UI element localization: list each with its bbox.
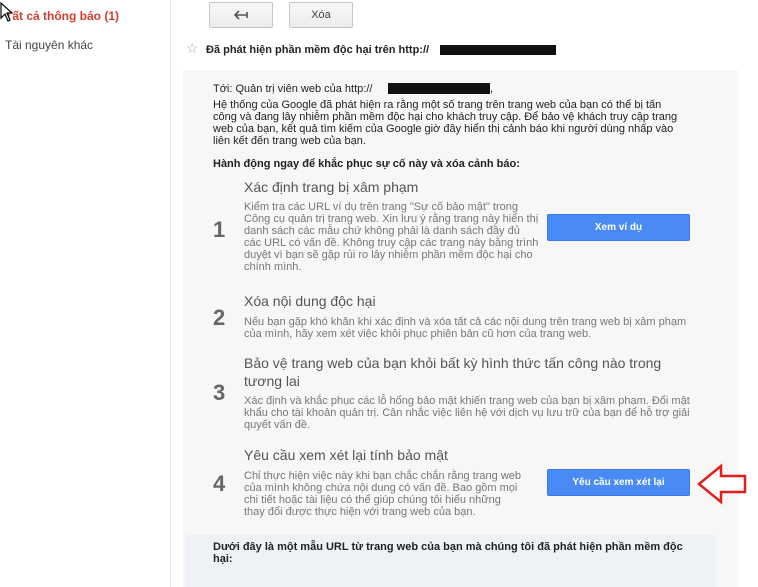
recipient-line: Tới: Quản trị viên web của http:// — [213, 83, 372, 95]
star-icon[interactable]: ☆ — [186, 40, 199, 57]
step-3-description: Xác định và khắc phục các lỗ hổng bảo mậ… — [244, 395, 690, 431]
recipient-prefix: Tới: Quản trị viên web của http:// — [213, 83, 373, 95]
redacted-url — [440, 45, 556, 55]
recipient-suffix: , — [490, 83, 494, 95]
action-heading: Hành động ngay để khắc phục sự cố này và… — [213, 158, 520, 170]
step-4-description: Chỉ thực hiện việc này khi bạn chắc chắn… — [244, 470, 522, 518]
intro-paragraph: Hệ thống của Google đã phát hiện ra rằng… — [213, 99, 678, 147]
redacted-recipient-url — [388, 83, 490, 94]
step-3-number: 3 — [213, 380, 226, 405]
step-4-title: Yêu cầu xem xét lại tính bảo mật — [244, 447, 448, 463]
back-button[interactable] — [209, 2, 273, 28]
back-arrow-icon — [233, 10, 248, 20]
sample-url-heading: Dưới đây là một mẫu URL từ trang web của… — [213, 541, 683, 565]
message-subject: Đã phát hiện phần mềm độc hại trên http:… — [206, 44, 430, 56]
step-1-description: Kiểm tra các URL ví dụ trên trang "Sự cố… — [244, 201, 539, 273]
delete-button[interactable]: Xóa — [289, 2, 353, 28]
step-1-number: 1 — [213, 217, 226, 242]
sidebar-item-all-notifications[interactable]: Tất cả thông báo (1) — [5, 9, 119, 23]
sidebar: Tất cả thông báo (1) Tài nguyên khác — [0, 0, 170, 587]
step-3-title: Bảo vệ trang web của bạn khỏi bất kỳ hìn… — [244, 355, 662, 389]
step-2-number: 2 — [213, 305, 226, 330]
mouse-pointer-icon — [0, 2, 14, 22]
step-2-description: Nếu bạn gặp khó khăn khi xác định và xóa… — [244, 316, 687, 340]
sidebar-divider — [170, 0, 171, 587]
step-1-title: Xác định trang bị xâm phạm — [244, 179, 419, 195]
red-arrow-icon — [697, 463, 747, 505]
step-2-title: Xóa nội dung độc hại — [244, 293, 376, 309]
sidebar-item-other-resources[interactable]: Tài nguyên khác — [5, 38, 93, 52]
step-4-number: 4 — [213, 471, 226, 496]
view-examples-button[interactable]: Xem ví dụ — [547, 214, 690, 241]
request-review-button[interactable]: Yêu cầu xem xét lại — [547, 469, 690, 496]
